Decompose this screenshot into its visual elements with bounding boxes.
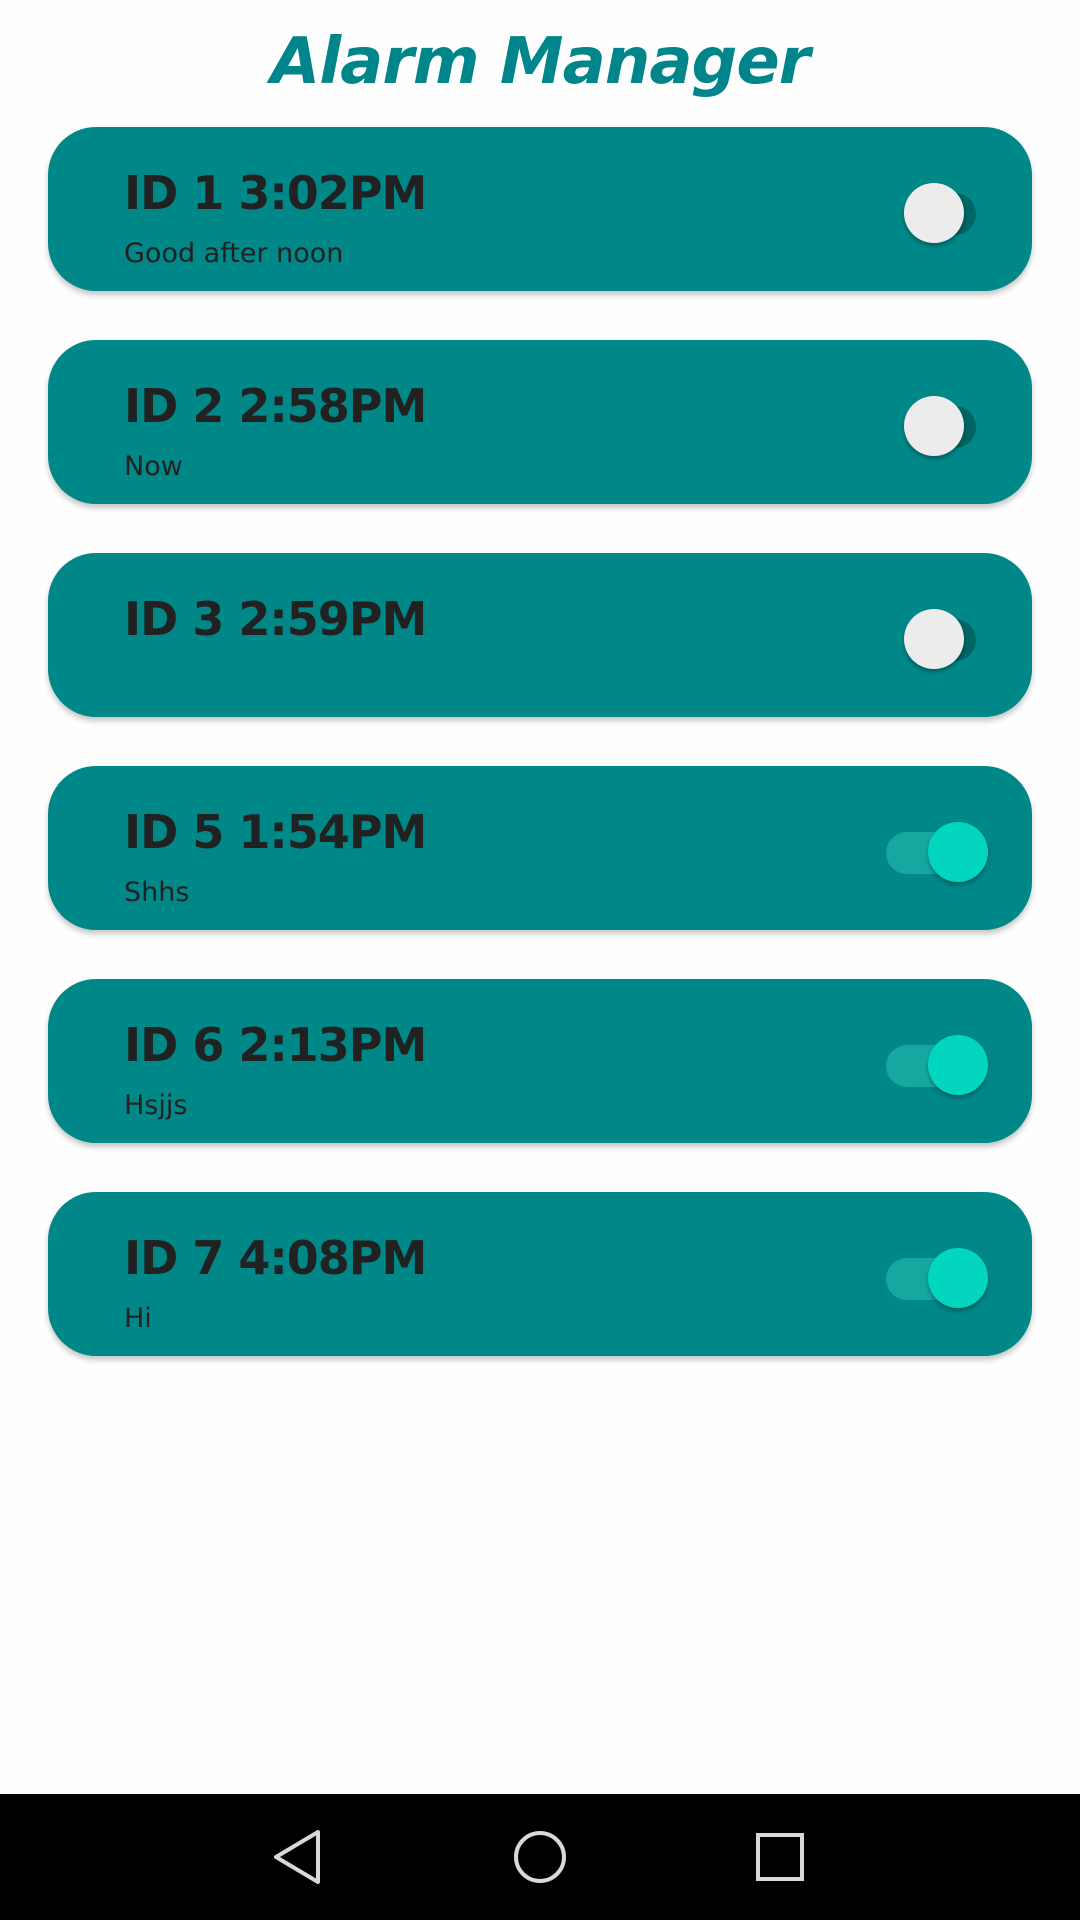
square-recents-icon — [756, 1833, 804, 1881]
alarm-toggle[interactable] — [856, 609, 986, 669]
toggle-thumb — [904, 396, 964, 456]
circle-home-icon — [514, 1831, 566, 1883]
alarm-time: ID 1 3:02PM — [124, 166, 427, 220]
toggle-thumb — [904, 183, 964, 243]
alarm-label: Hsjjs — [124, 1090, 188, 1121]
alarm-card[interactable]: ID 3 2:59PM — [48, 553, 1032, 717]
alarm-toggle[interactable] — [856, 1248, 988, 1308]
alarm-label: Shhs — [124, 877, 190, 908]
home-button[interactable] — [505, 1822, 575, 1892]
back-button[interactable] — [264, 1822, 334, 1892]
alarm-label: Hi — [124, 1303, 152, 1334]
toggle-thumb — [928, 1035, 988, 1095]
alarm-list: ID 1 3:02PM Good after noon ID 2 2:58PM … — [48, 127, 1032, 1405]
alarm-card[interactable]: ID 7 4:08PM Hi — [48, 1192, 1032, 1356]
alarm-toggle[interactable] — [856, 822, 988, 882]
page-title: Alarm Manager — [270, 25, 811, 99]
alarm-label: Now — [124, 451, 183, 482]
alarm-card[interactable]: ID 1 3:02PM Good after noon — [48, 127, 1032, 291]
triangle-back-icon — [274, 1830, 320, 1884]
alarm-time: ID 2 2:58PM — [124, 379, 427, 433]
alarm-toggle[interactable] — [856, 183, 986, 243]
alarm-toggle[interactable] — [856, 396, 986, 456]
navigation-bar — [0, 1794, 1080, 1920]
toggle-thumb — [904, 609, 964, 669]
alarm-time: ID 5 1:54PM — [124, 805, 427, 859]
alarm-card[interactable]: ID 2 2:58PM Now — [48, 340, 1032, 504]
alarm-card[interactable]: ID 5 1:54PM Shhs — [48, 766, 1032, 930]
toggle-thumb — [928, 822, 988, 882]
alarm-time: ID 7 4:08PM — [124, 1231, 427, 1285]
toggle-thumb — [928, 1248, 988, 1308]
alarm-toggle[interactable] — [856, 1035, 988, 1095]
recents-button[interactable] — [745, 1822, 815, 1892]
alarm-card[interactable]: ID 6 2:13PM Hsjjs — [48, 979, 1032, 1143]
alarm-time: ID 3 2:59PM — [124, 592, 427, 646]
alarm-time: ID 6 2:13PM — [124, 1018, 427, 1072]
alarm-label: Good after noon — [124, 238, 344, 269]
